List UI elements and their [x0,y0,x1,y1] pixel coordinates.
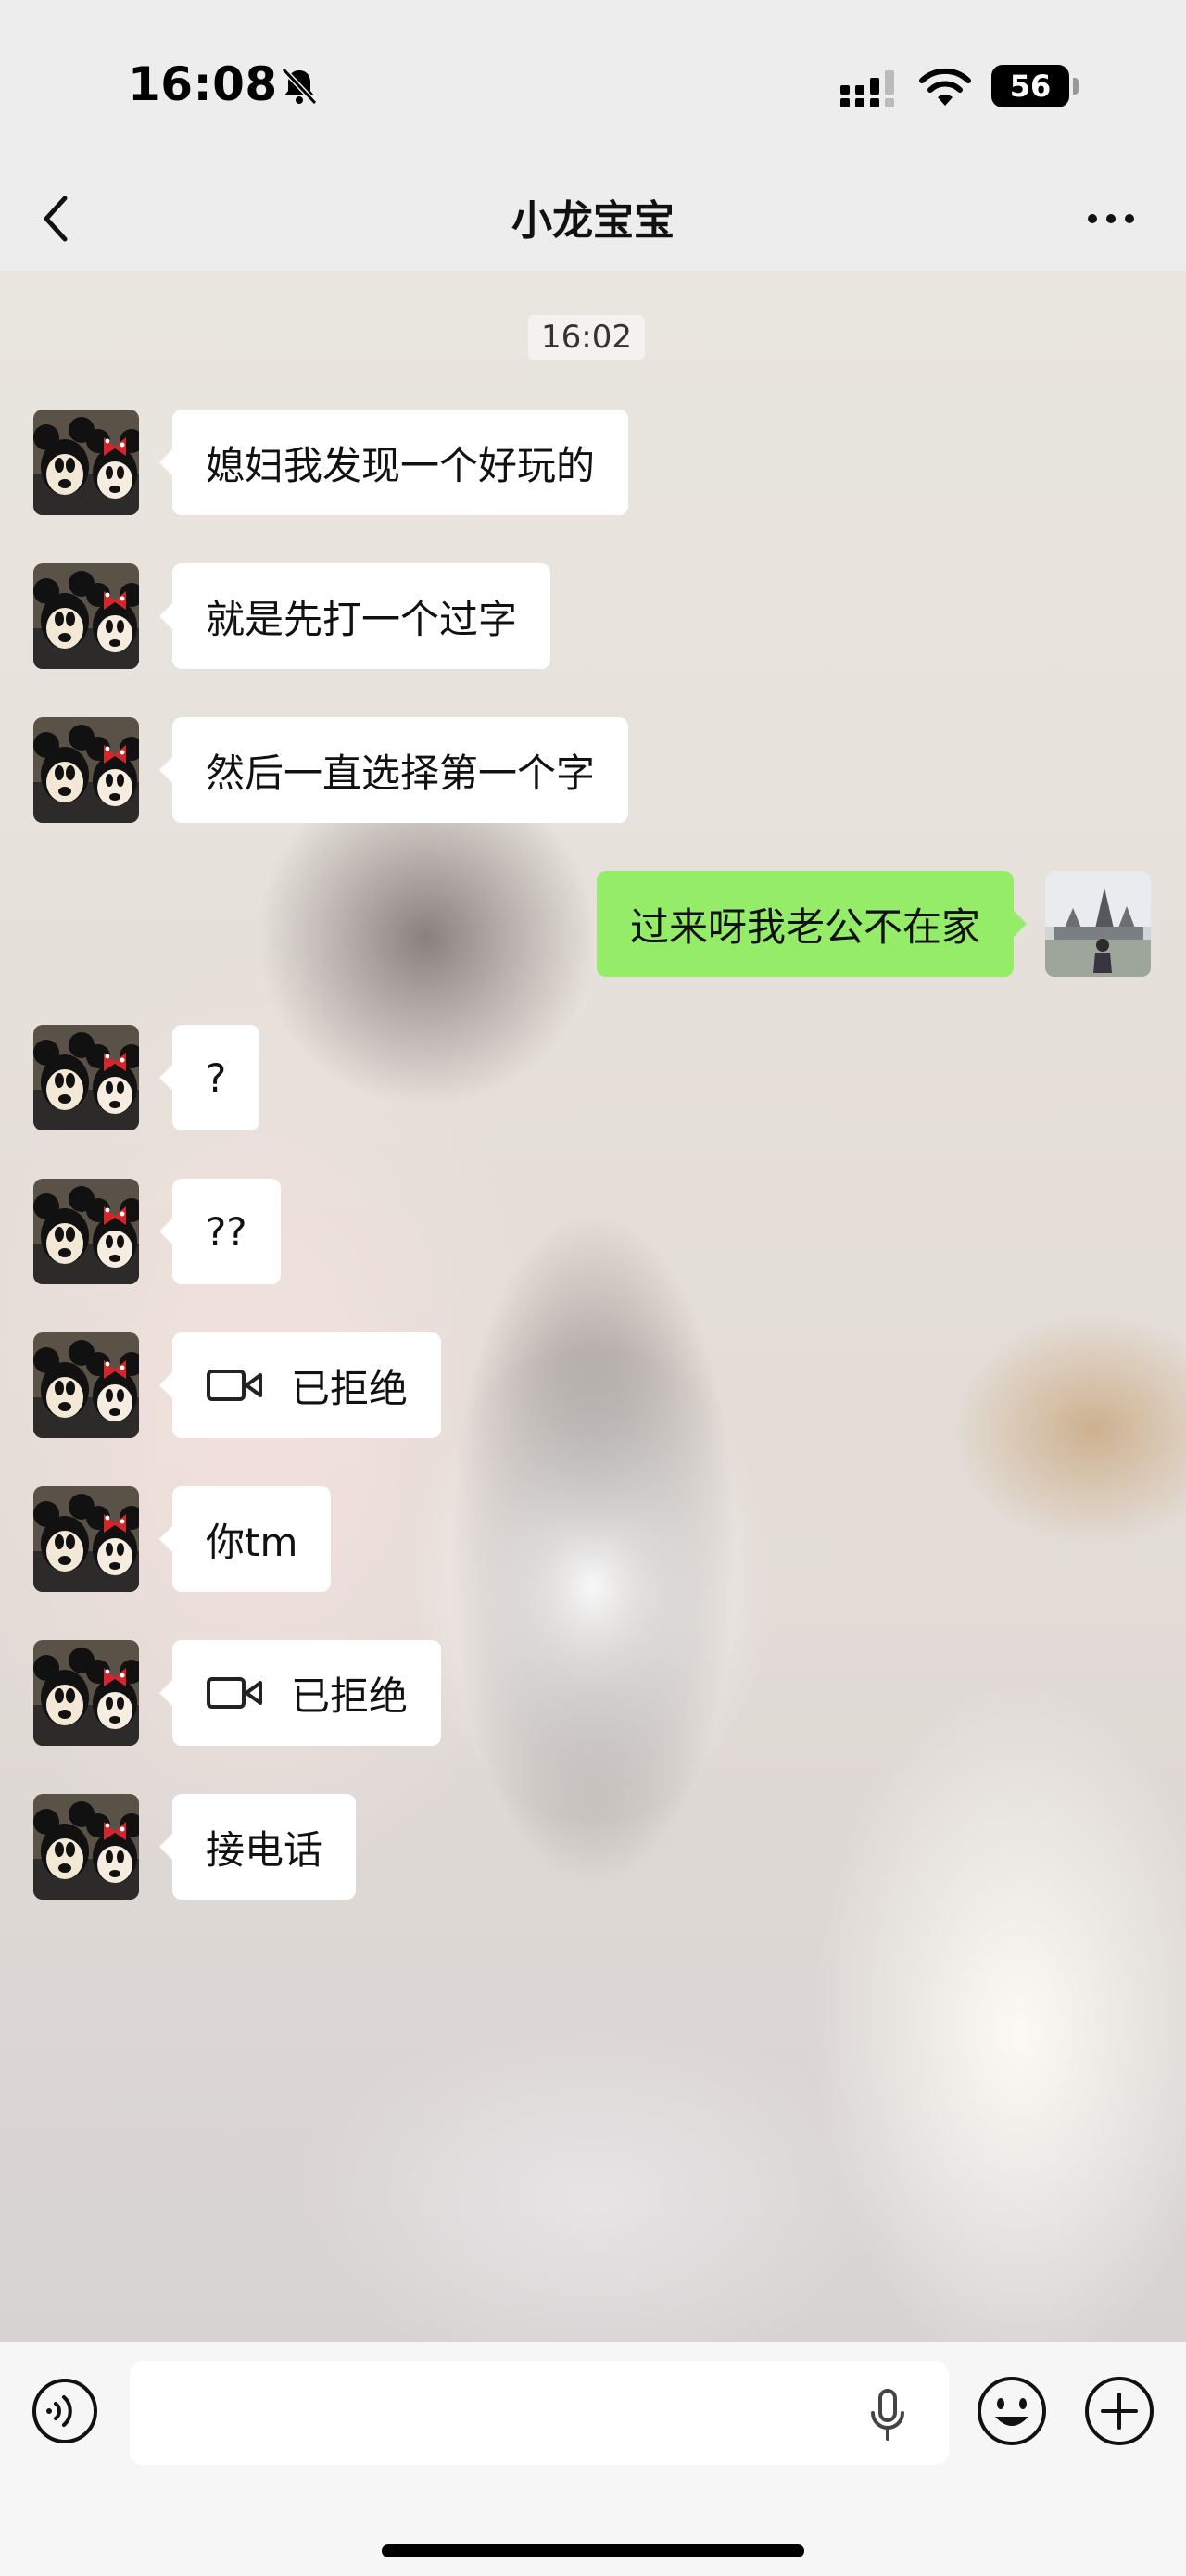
message-text: 你tm [206,1519,298,1565]
chat-message-list[interactable]: 16:02 媳妇我发现一个好玩的 就是先打一个过字 然后一直选择第一个字 过来呀… [0,271,1186,2342]
message-bubble[interactable]: ?? [159,1179,281,1284]
message-text: 就是先打一个过字 [206,596,518,642]
chat-header: 小龙宝宝 [0,167,1186,271]
emoji-icon[interactable] [975,2374,1049,2448]
video-call-icon [207,1370,262,1401]
message-text: 已拒绝 [291,1673,409,1719]
message-text: 已拒绝 [291,1365,409,1411]
battery-indicator: 56 [991,65,1069,107]
wifi-icon [919,68,971,106]
bell-muted-icon [281,67,318,106]
contact-avatar[interactable] [33,1640,139,1746]
voice-message-icon[interactable] [30,2376,100,2446]
message-input-bar [0,2342,1186,2576]
contact-avatar[interactable] [33,410,139,515]
message-time-stamp: 16:02 [528,315,645,360]
contact-avatar[interactable] [33,1025,139,1130]
message-text: ? [206,1054,227,1101]
message-text: ?? [206,1208,247,1255]
video-call-icon [207,1677,262,1709]
contact-avatar[interactable] [33,1179,139,1284]
cellular-signal-icon [840,70,894,107]
message-bubble[interactable]: 然后一直选择第一个字 [158,717,629,823]
status-bar: 16:08 56 [0,0,1186,167]
message-input[interactable] [130,2361,949,2465]
message-text: 过来呀我老公不在家 [629,903,980,950]
more-options-icon[interactable] [1084,200,1138,237]
contact-avatar[interactable] [33,563,139,669]
message-text: 媳妇我发现一个好玩的 [206,442,596,488]
video-call-declined-bubble[interactable]: 已拒绝 [158,1640,442,1746]
chat-title: 小龙宝宝 [511,197,675,245]
status-time: 16:08 [128,57,278,111]
message-bubble[interactable]: 媳妇我发现一个好玩的 [158,410,629,515]
contact-avatar[interactable] [33,1332,139,1438]
microphone-icon[interactable] [867,2387,908,2443]
my-avatar[interactable] [1045,871,1151,977]
message-bubble[interactable]: 就是先打一个过字 [158,563,551,669]
message-text: 接电话 [206,1826,323,1873]
message-bubble[interactable]: 你tm [158,1486,332,1592]
battery-nub [1073,78,1079,95]
message-text: 然后一直选择第一个字 [206,750,596,796]
message-bubble[interactable]: 过来呀我老公不在家 [596,871,1028,977]
contact-avatar[interactable] [33,1794,139,1900]
home-indicator [382,2544,804,2557]
plus-icon[interactable] [1082,2374,1156,2448]
message-bubble[interactable]: ? [158,1025,260,1130]
video-call-declined-bubble[interactable]: 已拒绝 [158,1332,442,1438]
contact-avatar[interactable] [33,717,139,823]
message-bubble[interactable]: 接电话 [158,1794,357,1900]
contact-avatar[interactable] [33,1486,139,1592]
